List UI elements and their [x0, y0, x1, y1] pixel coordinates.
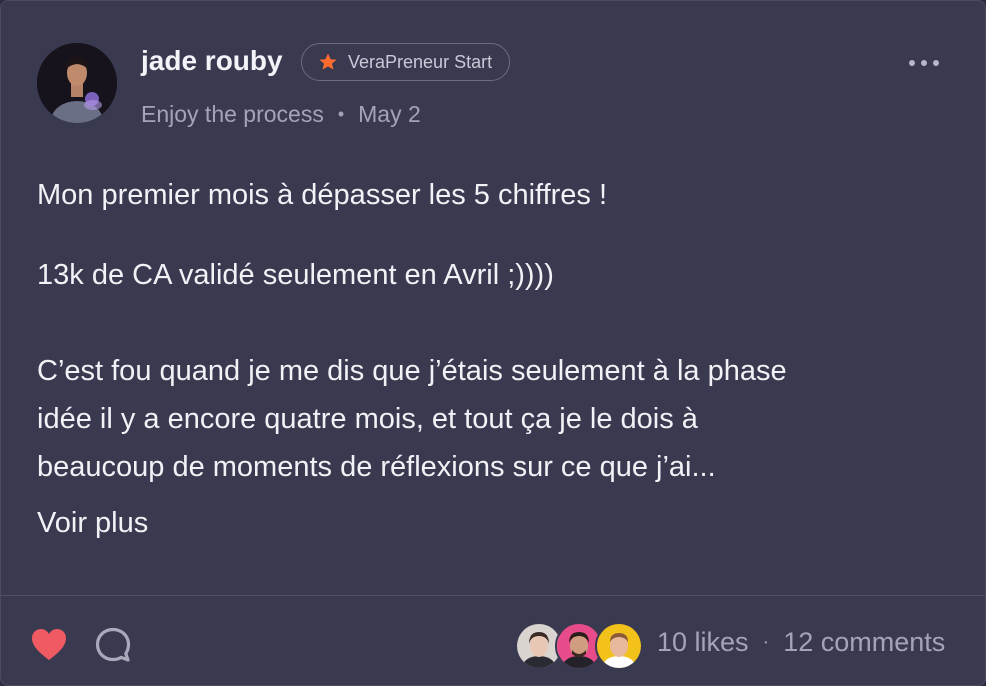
author-status: Enjoy the process — [141, 101, 324, 127]
stats-separator: · — [762, 631, 770, 653]
post-date[interactable]: May 2 — [358, 101, 421, 128]
more-options-button[interactable] — [901, 51, 947, 75]
more-dots-icon — [909, 60, 915, 66]
membership-badge[interactable]: VeraPreneur Start — [301, 43, 511, 81]
engagement-stats: 10 likes · 12 comments — [657, 627, 945, 658]
comment-bubble-icon — [95, 627, 131, 662]
more-dot — [933, 60, 939, 66]
comment-button[interactable] — [93, 625, 133, 665]
post-card: jade rouby VeraPreneur Start Enjoy the p… — [0, 0, 986, 686]
post-meta: Enjoy the process • May 2 — [141, 101, 421, 128]
heart-icon — [32, 629, 66, 660]
star-icon — [319, 53, 337, 70]
likes-count[interactable]: 10 likes — [657, 627, 749, 658]
likers-avatars[interactable] — [515, 622, 643, 670]
more-dot — [921, 60, 927, 66]
like-button[interactable] — [29, 625, 69, 665]
footer-divider — [1, 595, 985, 596]
see-more-link[interactable]: Voir plus — [37, 507, 148, 540]
post-paragraph: Mon premier mois à dépasser les 5 chiffr… — [37, 179, 608, 211]
badge-label: VeraPreneur Start — [348, 51, 493, 72]
comments-count[interactable]: 12 comments — [783, 627, 945, 658]
meta-separator: • — [337, 104, 345, 124]
post-paragraph: 13k de CA validé seulement en Avril ;)))… — [37, 259, 554, 291]
post-paragraph: C’est fou quand je me dis que j’étais se… — [37, 355, 787, 483]
author-avatar[interactable] — [37, 43, 117, 123]
author-name[interactable]: jade rouby — [141, 45, 283, 77]
liker-avatar — [595, 622, 643, 670]
